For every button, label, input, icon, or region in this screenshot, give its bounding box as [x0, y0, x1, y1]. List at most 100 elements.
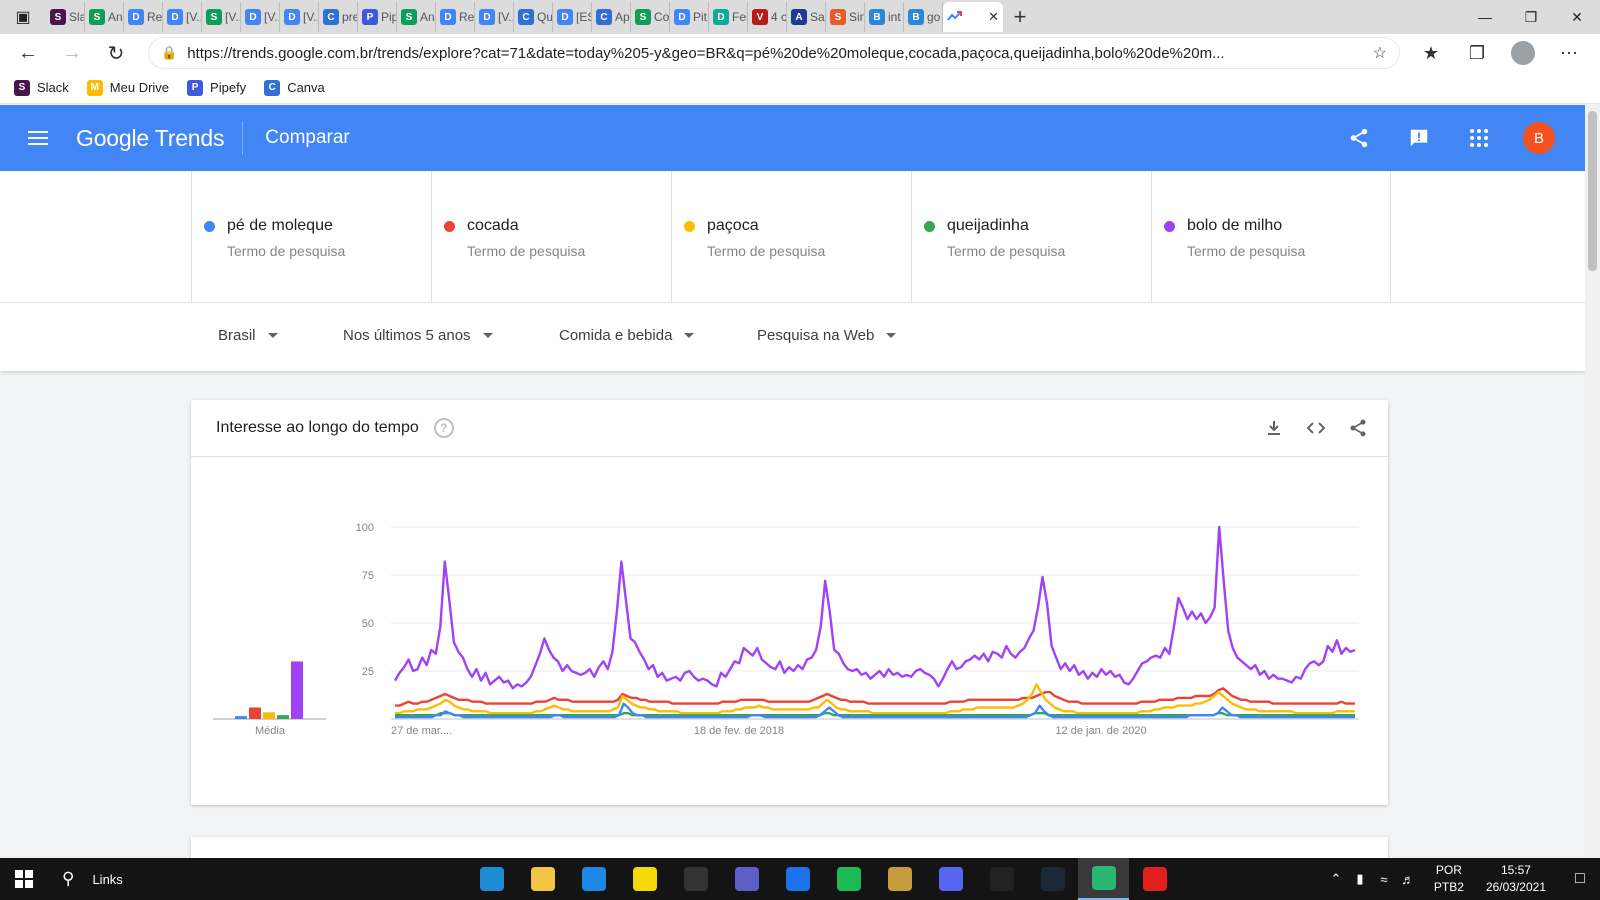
collections-icon[interactable]: ❐: [1454, 34, 1500, 72]
battery-icon[interactable]: ▮: [1348, 871, 1372, 887]
term-card[interactable]: pé de moleque Termo de pesquisa: [191, 171, 431, 302]
taskbar-app[interactable]: [772, 858, 823, 900]
address-bar[interactable]: 🔒 https://trends.google.com.br/trends/ex…: [148, 37, 1400, 69]
series-line-bolo-de-milho: [393, 525, 1356, 690]
more-menu-icon[interactable]: ⋯: [1546, 34, 1592, 72]
interest-chart[interactable]: 100 75 50 25 27 de mar.... 18 de fev. de 2018…: [191, 457, 1388, 805]
profile-icon[interactable]: [1500, 34, 1546, 72]
browser-tab[interactable]: DRel: [436, 2, 475, 32]
taskbar-app[interactable]: [1129, 858, 1180, 900]
browser-tab[interactable]: D Pit: [670, 2, 709, 32]
minimize-icon[interactable]: —: [1462, 0, 1508, 34]
close-window-icon[interactable]: ✕: [1554, 0, 1600, 34]
taskbar-app[interactable]: [925, 858, 976, 900]
wifi-icon[interactable]: ≈: [1372, 872, 1396, 887]
forward-icon[interactable]: →: [50, 34, 94, 72]
back-icon[interactable]: ←: [6, 34, 50, 72]
show-hidden-icons[interactable]: ⌃: [1324, 871, 1348, 887]
help-icon[interactable]: ?: [433, 418, 454, 438]
taskbar-app[interactable]: [619, 858, 670, 900]
term-label: paçoca: [707, 217, 759, 234]
term-card[interactable]: paçoca Termo de pesquisa: [671, 171, 911, 302]
s-icon: S: [830, 9, 846, 25]
restore-icon[interactable]: ❐: [1508, 0, 1554, 34]
category-filter[interactable]: Comida e bebida: [559, 327, 695, 344]
favorites-icon[interactable]: ★: [1408, 34, 1454, 72]
term-card[interactable]: cocada Termo de pesquisa: [431, 171, 671, 302]
browser-tab[interactable]: V4 c: [748, 2, 787, 32]
browser-tab[interactable]: S An: [85, 2, 124, 32]
browser-tab[interactable]: Bint: [865, 2, 904, 32]
browser-tab[interactable]: D[ES: [553, 2, 592, 32]
card-actions: [1260, 414, 1372, 442]
menu-icon[interactable]: [0, 105, 76, 171]
new-tab-button[interactable]: +: [1003, 2, 1037, 32]
taskbar-app[interactable]: [721, 858, 772, 900]
add-favorite-icon[interactable]: ☆: [1373, 43, 1387, 63]
term-card[interactable]: queijadinha Termo de pesquisa: [911, 171, 1151, 302]
search-type-filter[interactable]: Pesquisa na Web: [757, 327, 897, 344]
clock-time: 15:57: [1500, 863, 1531, 877]
taskbar-app[interactable]: [517, 858, 568, 900]
card-share-icon[interactable]: [1344, 414, 1372, 442]
browser-tab[interactable]: D[V...: [280, 2, 319, 32]
browser-tab[interactable]: S Co: [631, 2, 670, 32]
region-filter-label: Brasil: [218, 327, 256, 344]
scrollbar-thumb[interactable]: [1588, 111, 1597, 271]
avatar[interactable]: B: [1523, 122, 1555, 154]
taskbar-app[interactable]: [1078, 858, 1129, 900]
browser-tab[interactable]: DFes: [709, 2, 748, 32]
taskbar-app[interactable]: [568, 858, 619, 900]
windows-start-icon[interactable]: [0, 858, 48, 900]
share-icon[interactable]: [1343, 122, 1375, 154]
sheets-icon: S: [401, 9, 417, 25]
browser-tab[interactable]: A Sai: [787, 2, 826, 32]
embed-code-icon[interactable]: [1302, 414, 1330, 442]
google-trends-logo[interactable]: Google Trends: [76, 121, 244, 155]
region-filter[interactable]: Brasil: [218, 327, 278, 344]
download-icon[interactable]: [1260, 414, 1288, 442]
volume-icon[interactable]: ♬: [1396, 872, 1420, 887]
browser-tab[interactable]: D[V...: [163, 2, 202, 32]
tab-actions-icon[interactable]: ▣: [0, 0, 46, 34]
next-card: [191, 837, 1388, 858]
browser-tab[interactable]: S[V...: [202, 2, 241, 32]
bookmark-pipefy[interactable]: P Pipefy: [187, 79, 246, 96]
notifications-icon[interactable]: □: [1560, 870, 1600, 888]
apps-grid-icon[interactable]: [1463, 122, 1495, 154]
taskbar-app[interactable]: [466, 858, 517, 900]
browser-tab[interactable]: C Ap: [592, 2, 631, 32]
lock-icon[interactable]: 🔒: [161, 45, 177, 61]
browser-tab[interactable]: D[V...: [241, 2, 280, 32]
taskbar-app[interactable]: [1027, 858, 1078, 900]
taskbar-app[interactable]: [823, 858, 874, 900]
browser-tab[interactable]: DRel: [124, 2, 163, 32]
language-indicator[interactable]: POR PTB2: [1434, 862, 1464, 896]
browser-tab[interactable]: S Sla: [46, 2, 85, 32]
page-scrollbar[interactable]: [1585, 105, 1600, 858]
bookmark-meu-drive[interactable]: M Meu Drive: [86, 79, 169, 96]
close-tab-icon[interactable]: ✕: [988, 9, 999, 25]
period-filter[interactable]: Nos últimos 5 anos: [343, 327, 493, 344]
url-text[interactable]: https://trends.google.com.br/trends/expl…: [187, 45, 1372, 62]
browser-tab[interactable]: Bgo: [904, 2, 943, 32]
edge-icon: [479, 867, 504, 891]
browser-tab[interactable]: S An: [397, 2, 436, 32]
taskbar-app[interactable]: [670, 858, 721, 900]
browser-tab[interactable]: S Sin: [826, 2, 865, 32]
browser-tab[interactable]: Cpre: [319, 2, 358, 32]
clock[interactable]: 15:57 26/03/2021: [1486, 862, 1546, 896]
calendar-icon: [785, 867, 810, 891]
reload-icon[interactable]: ↻: [94, 34, 138, 72]
taskbar-search[interactable]: ⚲ Links: [62, 869, 123, 889]
feedback-icon[interactable]: [1403, 122, 1435, 154]
browser-tab[interactable]: C Qu: [514, 2, 553, 32]
bookmark-slack[interactable]: S Slack: [14, 79, 69, 96]
browser-tab[interactable]: D[V...: [475, 2, 514, 32]
term-card[interactable]: bolo de milho Termo de pesquisa: [1151, 171, 1391, 302]
bookmark-canva[interactable]: C Canva: [264, 79, 325, 96]
browser-tab-active[interactable]: ✕: [943, 2, 1003, 32]
taskbar-app[interactable]: [976, 858, 1027, 900]
taskbar-app[interactable]: [874, 858, 925, 900]
browser-tab[interactable]: P Pip: [358, 2, 397, 32]
